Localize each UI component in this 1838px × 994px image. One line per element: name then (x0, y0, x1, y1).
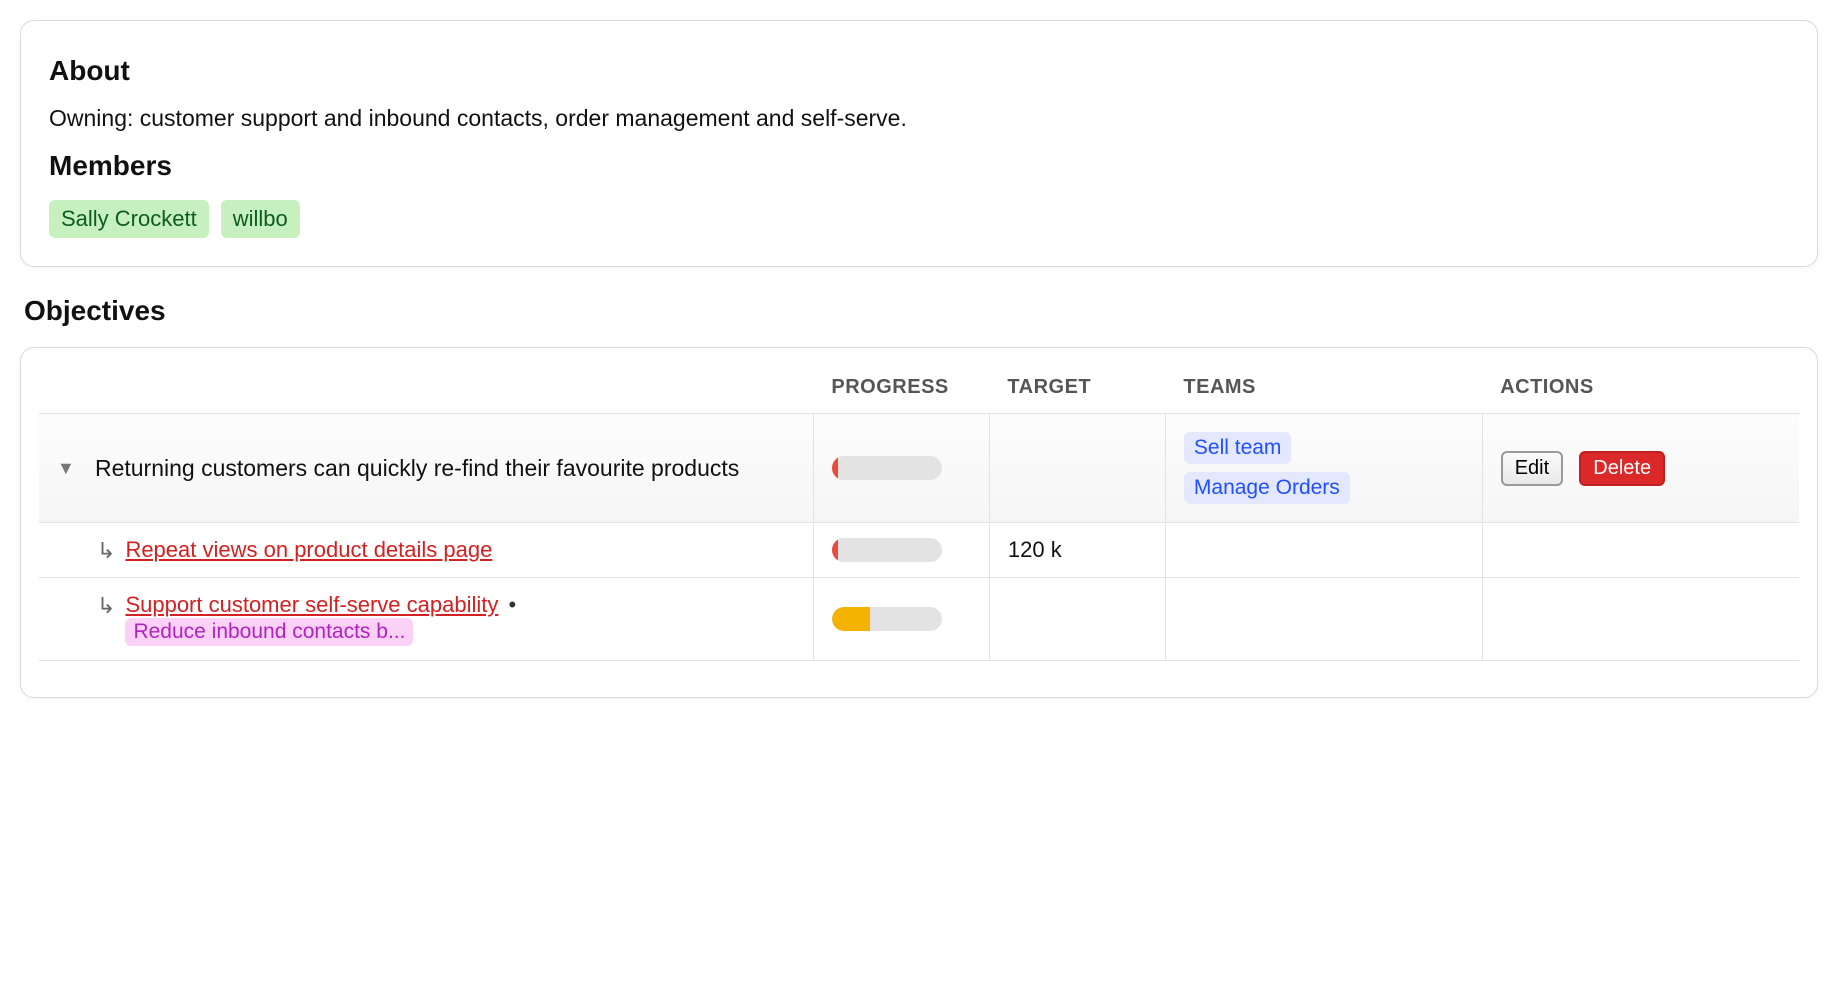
target-cell: 120 k (989, 523, 1165, 578)
key-result-row: ↳ Support customer self-serve capability… (39, 578, 1799, 661)
key-result-tag[interactable]: Reduce inbound contacts b... (125, 618, 413, 646)
about-text: Owning: customer support and inbound con… (49, 105, 1789, 132)
member-chip[interactable]: willbo (221, 200, 300, 238)
delete-button[interactable]: Delete (1579, 451, 1665, 486)
progress-pill (832, 538, 942, 562)
progress-pill (832, 456, 942, 480)
about-heading: About (49, 55, 1789, 87)
col-teams-header: Teams (1165, 362, 1482, 414)
edit-button[interactable]: Edit (1501, 451, 1563, 486)
separator-dot: • (509, 592, 517, 617)
objectives-heading: Objectives (24, 295, 1818, 327)
members-list: Sally Crockett willbo (49, 200, 1789, 238)
objectives-table: Progress Target Teams Actions ▼ Returnin… (39, 362, 1799, 661)
teams-cell (1165, 523, 1482, 578)
child-arrow-icon: ↳ (97, 595, 115, 617)
objectives-card: Progress Target Teams Actions ▼ Returnin… (20, 347, 1818, 698)
members-heading: Members (49, 150, 1789, 182)
team-chip[interactable]: Manage Orders (1184, 472, 1350, 504)
key-result-row: ↳ Repeat views on product details page 1… (39, 523, 1799, 578)
objective-title: Returning customers can quickly re-find … (95, 455, 739, 481)
member-chip[interactable]: Sally Crockett (49, 200, 209, 238)
col-target-header: Target (989, 362, 1165, 414)
key-result-link[interactable]: Support customer self-serve capability (125, 592, 498, 617)
caret-down-icon[interactable]: ▼ (57, 458, 75, 479)
objective-row: ▼ Returning customers can quickly re-fin… (39, 414, 1799, 523)
progress-fill (832, 538, 839, 562)
col-actions-header: Actions (1482, 362, 1799, 414)
team-chip[interactable]: Sell team (1184, 432, 1292, 464)
col-progress-header: Progress (813, 362, 989, 414)
target-cell (989, 414, 1165, 523)
actions-cell (1482, 578, 1799, 661)
child-arrow-icon: ↳ (97, 540, 115, 562)
progress-fill (832, 456, 839, 480)
target-cell (989, 578, 1165, 661)
key-result-link[interactable]: Repeat views on product details page (125, 537, 492, 563)
progress-fill (832, 607, 871, 631)
about-card: About Owning: customer support and inbou… (20, 20, 1818, 267)
col-name-header (39, 362, 813, 414)
actions-cell (1482, 523, 1799, 578)
teams-cell (1165, 578, 1482, 661)
progress-pill (832, 607, 942, 631)
